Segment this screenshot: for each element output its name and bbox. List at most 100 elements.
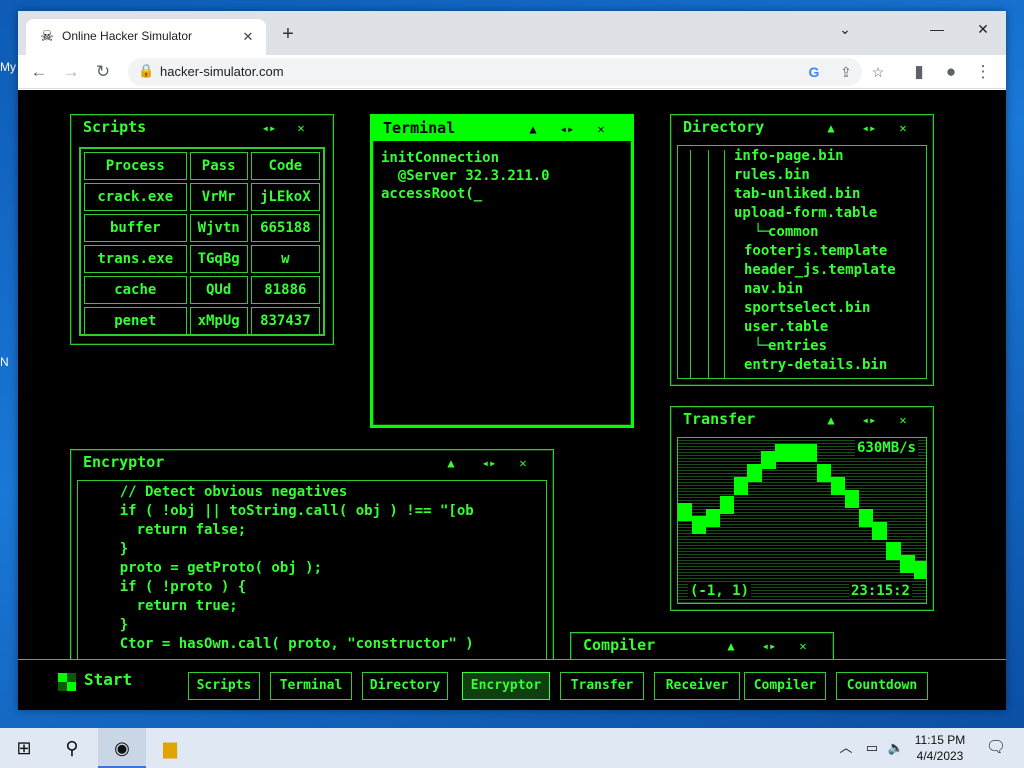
directory-item[interactable]: common xyxy=(768,224,819,240)
system-clock[interactable]: 11:15 PM 4/4/2023 xyxy=(912,732,968,764)
transfer-bar xyxy=(830,476,846,495)
panel-title: Terminal xyxy=(383,119,456,137)
code-line: proto = getProto( obj ); xyxy=(86,560,323,576)
transfer-panel-header[interactable]: Transfer ▲ ◂▸ ✕ xyxy=(671,407,933,433)
browser-toolbar: ← → ↻ 🔒 hacker-simulator.com G ⇪ ☆ ▮ ● ⋮ xyxy=(18,55,1006,89)
scripts-table: Process Pass Code crack.exe VrMr jLEkoX buffe… xyxy=(81,149,323,334)
panel-title: Transfer xyxy=(683,410,756,428)
resize-icon[interactable]: ◂▸ xyxy=(861,120,877,136)
start-icon[interactable] xyxy=(58,673,76,691)
google-icon[interactable]: G xyxy=(804,62,824,82)
browser-tab[interactable]: ☠ Online Hacker Simulator ✕ xyxy=(26,19,266,55)
resize-icon[interactable]: ◂▸ xyxy=(761,638,777,654)
directory-tree: info-page.bin rules.bin tab-unliked.bin upl… xyxy=(677,145,927,379)
profile-icon[interactable]: ● xyxy=(938,59,964,85)
directory-item[interactable]: rules.bin xyxy=(734,167,810,183)
table-row: trans.exe TGqBg w xyxy=(84,245,320,273)
volume-icon[interactable]: 🔈 xyxy=(884,728,908,768)
resize-icon[interactable]: ◂▸ xyxy=(861,412,877,428)
desktop-label: N xyxy=(0,355,9,369)
taskbar-button-compiler[interactable]: Compiler xyxy=(744,672,826,700)
directory-item[interactable]: tab-unliked.bin xyxy=(734,186,860,202)
new-tab-icon[interactable]: + xyxy=(276,23,300,47)
taskbar-button-countdown[interactable]: Countdown xyxy=(836,672,928,700)
resize-icon[interactable]: ◂▸ xyxy=(559,121,575,137)
table-cell: VrMr xyxy=(189,183,248,211)
directory-item[interactable]: entries xyxy=(768,338,827,354)
reload-icon[interactable]: ↻ xyxy=(90,59,116,85)
directory-item[interactable]: sportselect.bin xyxy=(744,300,870,316)
side-panel-icon[interactable]: ▮ xyxy=(906,59,932,85)
notification-icon[interactable]: 🗨 xyxy=(976,728,1016,768)
compiler-panel-header[interactable]: Compiler ▲ ◂▸ ✕ xyxy=(571,633,833,659)
transfer-bar xyxy=(733,476,748,495)
taskbar-button-directory[interactable]: Directory xyxy=(362,672,448,700)
directory-item[interactable]: header_js.template xyxy=(744,262,896,278)
tab-search-icon[interactable]: ⌄ xyxy=(822,15,868,43)
chevron-up-icon[interactable]: ︿ xyxy=(834,728,858,768)
close-icon[interactable]: ✕ xyxy=(895,412,911,428)
table-cell: TGqBg xyxy=(189,245,248,273)
directory-item[interactable]: footerjs.template xyxy=(744,243,887,259)
terminal-panel-header[interactable]: Terminal ▲ ◂▸ ✕ xyxy=(373,117,631,141)
directory-item[interactable]: info-page.bin xyxy=(734,148,844,164)
close-window-icon[interactable]: ✕ xyxy=(960,15,1006,43)
directory-panel-header[interactable]: Directory ▲ ◂▸ ✕ xyxy=(671,115,933,141)
skull-icon: ☠ xyxy=(40,28,54,45)
file-explorer-icon[interactable]: ▆ xyxy=(146,728,194,768)
menu-kebab-icon[interactable]: ⋮ xyxy=(970,59,996,85)
table-cell: jLEkoX xyxy=(250,183,320,211)
close-tab-icon[interactable]: ✕ xyxy=(238,27,258,47)
taskbar-button-transfer[interactable]: Transfer xyxy=(560,672,644,700)
taskbar-button-scripts[interactable]: Scripts xyxy=(188,672,260,700)
code-line: if ( !proto ) { xyxy=(86,579,247,595)
address-bar[interactable]: 🔒 hacker-simulator.com G ⇪ ☆ xyxy=(128,58,884,86)
resize-icon[interactable]: ◂▸ xyxy=(481,455,497,471)
directory-item[interactable]: upload-form.table xyxy=(734,205,877,221)
tab-title: Online Hacker Simulator xyxy=(62,29,193,43)
back-icon[interactable]: ← xyxy=(26,59,52,85)
resize-icon[interactable]: ◂▸ xyxy=(261,120,277,136)
transfer-bar xyxy=(761,450,776,469)
transfer-bar xyxy=(803,444,818,462)
code-line: return true; xyxy=(86,598,238,614)
close-icon[interactable]: ✕ xyxy=(895,120,911,136)
transfer-coords: (-1, 1) xyxy=(688,583,752,599)
chrome-taskbar-icon[interactable]: ◉ xyxy=(98,728,146,768)
taskbar-button-terminal[interactable]: Terminal xyxy=(270,672,352,700)
panel-title: Scripts xyxy=(83,118,147,136)
tree-branch: └─ xyxy=(754,224,771,240)
minimize-icon[interactable]: ▲ xyxy=(723,638,739,654)
encryptor-panel: Encryptor ▲ ◂▸ ✕ // Detect obvious negat… xyxy=(70,449,554,669)
transfer-bar xyxy=(886,541,901,560)
search-icon[interactable]: ⚲ xyxy=(48,728,96,768)
share-icon[interactable]: ⇪ xyxy=(836,62,856,82)
encryptor-panel-header[interactable]: Encryptor ▲ ◂▸ ✕ xyxy=(71,450,553,476)
browser-window: ☠ Online Hacker Simulator ✕ + ⌄ — ✕ ← → … xyxy=(18,11,1006,710)
maximize-icon[interactable] xyxy=(914,15,960,43)
directory-item[interactable]: nav.bin xyxy=(744,281,803,297)
taskbar-button-encryptor[interactable]: Encryptor xyxy=(462,672,550,700)
transfer-bar xyxy=(914,561,926,579)
close-icon[interactable]: ✕ xyxy=(293,120,309,136)
forward-icon[interactable]: → xyxy=(58,59,84,85)
start-button[interactable]: Start xyxy=(84,670,132,689)
taskbar-button-receiver[interactable]: Receiver xyxy=(654,672,740,700)
clock-date: 4/4/2023 xyxy=(916,749,964,763)
transfer-bar xyxy=(719,496,735,514)
close-icon[interactable]: ✕ xyxy=(593,121,609,137)
close-icon[interactable]: ✕ xyxy=(795,638,811,654)
network-icon[interactable]: ▭ xyxy=(860,728,884,768)
terminal-output[interactable]: initConnection @Server 32.3.211.0 accessR… xyxy=(377,145,627,421)
minimize-icon[interactable]: ▲ xyxy=(525,121,541,137)
directory-item[interactable]: user.table xyxy=(744,319,828,335)
minimize-icon[interactable]: ▲ xyxy=(823,412,839,428)
close-icon[interactable]: ✕ xyxy=(515,455,531,471)
directory-item[interactable]: entry-details.bin xyxy=(744,357,887,373)
windows-start-icon[interactable]: ⊞ xyxy=(0,728,48,768)
code-line: if ( !obj || toString.call( obj ) !== "[… xyxy=(86,503,474,519)
scripts-panel-header[interactable]: Scripts ◂▸ ✕ xyxy=(71,115,333,141)
bookmark-star-icon[interactable]: ☆ xyxy=(868,62,888,82)
minimize-icon[interactable]: ▲ xyxy=(823,120,839,136)
minimize-icon[interactable]: ▲ xyxy=(443,455,459,471)
